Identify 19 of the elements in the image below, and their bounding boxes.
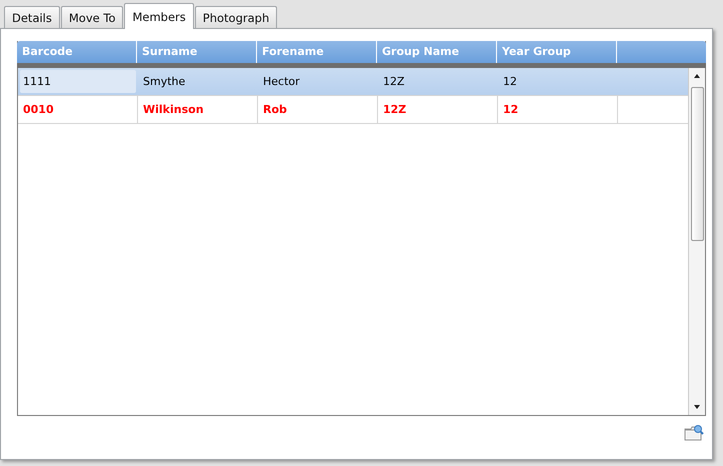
tab[interactable]: Move To <box>60 6 124 28</box>
table-cell-text: 12 <box>502 74 518 90</box>
tab[interactable]: Photograph <box>194 6 278 28</box>
table-cell-text: Hector <box>262 74 301 90</box>
tab[interactable]: Details <box>4 6 60 28</box>
scrollbar[interactable] <box>688 68 705 415</box>
table-cell-text: 12Z <box>382 74 406 90</box>
table-row[interactable]: 1111 Smythe Hector 12Z 12 <box>18 68 688 96</box>
table-cell: 12Z <box>378 96 498 123</box>
table-cell: 1111 <box>20 70 136 93</box>
table-cell: 0010 <box>18 96 138 123</box>
tab[interactable]: Members <box>124 3 194 29</box>
table-row[interactable]: 0010 Wilkinson Rob 12Z 12 <box>18 96 688 124</box>
scroll-thumb[interactable] <box>690 87 704 241</box>
table-cell: Wilkinson <box>138 96 258 123</box>
table-cell-text: Smythe <box>142 74 186 90</box>
table-cell: 12 <box>498 96 618 123</box>
table-cell: Rob <box>258 96 378 123</box>
folder-search-icon[interactable] <box>684 424 704 442</box>
